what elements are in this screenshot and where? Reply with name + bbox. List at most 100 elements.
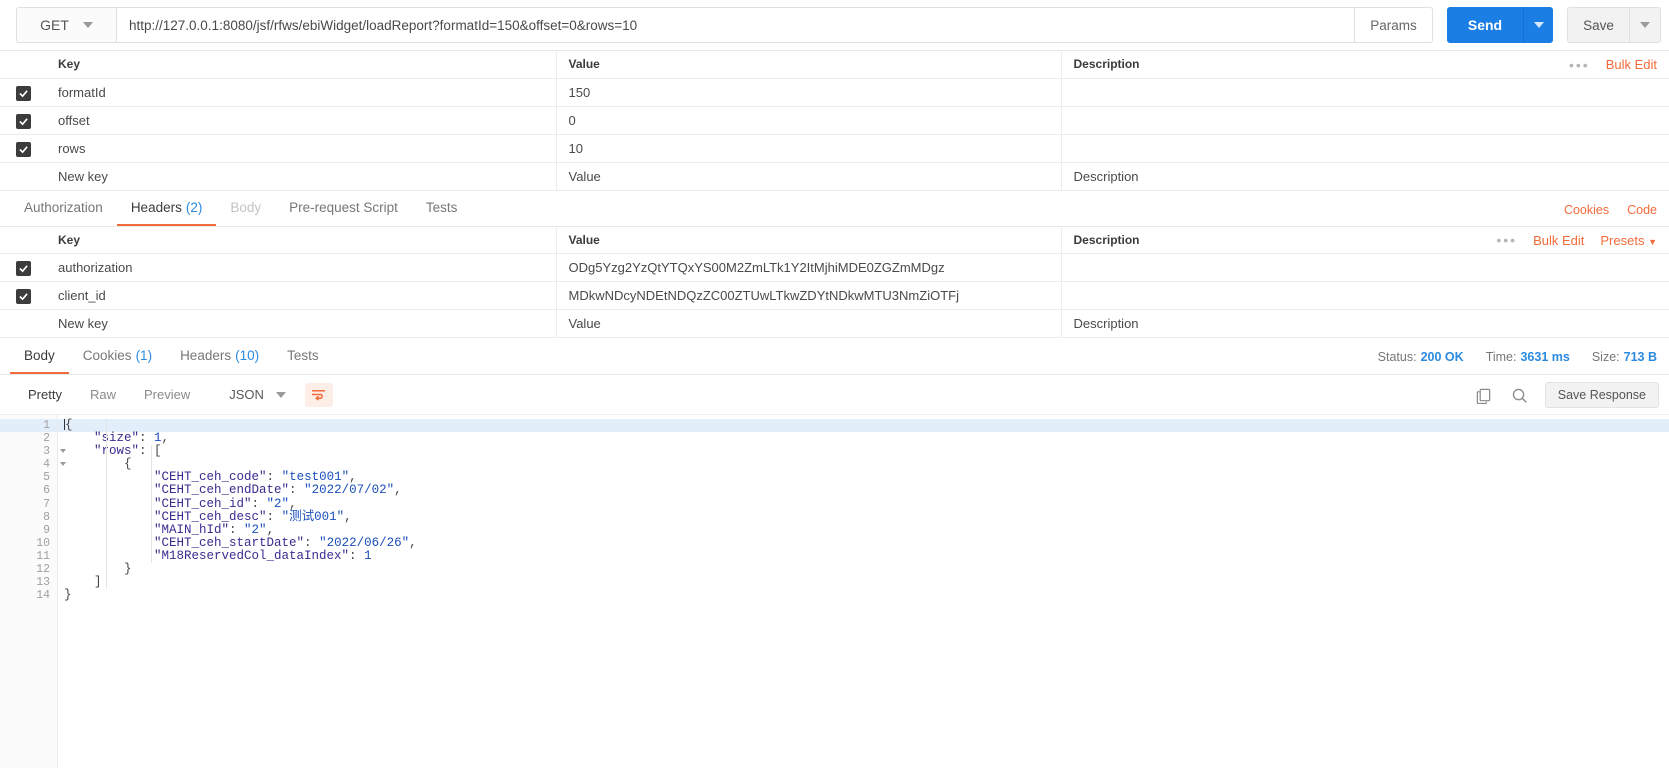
headers-table: Key Value Description authorization ODg5… — [0, 226, 1669, 338]
param-key-cell[interactable]: formatId — [46, 78, 557, 107]
params-bulk-edit-button[interactable]: Bulk Edit — [1606, 57, 1657, 72]
params-table-wrapper: Key Value Description formatId 150 offse… — [0, 51, 1669, 191]
code-token: , — [161, 431, 170, 446]
http-method-selector[interactable]: GET — [16, 7, 116, 43]
code-line: } — [58, 589, 1669, 602]
code-line: "CEHT_ceh_endDate": "2022/07/02", — [58, 484, 1669, 497]
table-row: client_id MDkwNDcyNDEtNDQzZC00ZTUwLTkwZD… — [0, 281, 1669, 310]
more-options-icon[interactable]: ••• — [1569, 57, 1590, 73]
code-token: "2022/06/26" — [319, 535, 410, 550]
save-button[interactable]: Save — [1567, 7, 1629, 43]
header-value-cell[interactable]: MDkwNDcyNDEtNDQzZC00ZTUwLTkwZDYtNDkwMTU3… — [556, 281, 1062, 310]
tab-tests-label: Tests — [425, 199, 458, 215]
param-description-cell[interactable] — [1061, 134, 1669, 163]
code-token: ] — [64, 575, 102, 590]
param-row-checkbox[interactable] — [15, 85, 31, 101]
caret-down-icon: ▼ — [1648, 236, 1657, 247]
headers-bulk-edit-button[interactable]: Bulk Edit — [1533, 233, 1584, 248]
response-format-selector[interactable]: JSON — [220, 382, 295, 408]
code-line: } — [58, 562, 1669, 576]
code-token: "测试001" — [281, 509, 345, 524]
response-tab-headers-count: (10) — [235, 348, 260, 363]
headers-new-description-input[interactable]: Description — [1061, 309, 1669, 338]
table-row: rows 10 — [0, 134, 1669, 163]
send-button[interactable]: Send — [1447, 7, 1523, 43]
response-tab-body[interactable]: Body — [10, 339, 69, 374]
tab-authorization[interactable]: Authorization — [10, 191, 117, 226]
header-key-cell[interactable]: client_id — [46, 281, 557, 310]
header-description-cell[interactable] — [1061, 253, 1669, 282]
code-token: , — [266, 522, 275, 537]
save-options-button[interactable] — [1629, 7, 1661, 43]
response-tab-body-label: Body — [24, 348, 55, 363]
param-description-cell[interactable] — [1061, 106, 1669, 135]
code-token: : — [251, 496, 267, 511]
tab-body[interactable]: Body — [216, 191, 275, 226]
headers-new-key-input[interactable]: New key — [46, 309, 557, 338]
code-token: { — [64, 457, 132, 472]
header-row-checkbox[interactable] — [15, 289, 31, 304]
indent-guide — [151, 445, 152, 563]
tab-pre-request-script-label: Pre-request Script — [289, 199, 398, 215]
send-button-group: Send — [1447, 7, 1553, 43]
header-key-cell[interactable]: authorization — [46, 253, 557, 282]
response-tab-tests[interactable]: Tests — [273, 339, 333, 374]
response-tab-headers[interactable]: Headers (10) — [166, 339, 273, 374]
search-icon[interactable] — [1509, 384, 1531, 406]
status-badge: Status: 200 OK — [1378, 350, 1464, 364]
param-key-cell[interactable]: offset — [46, 106, 557, 135]
params-new-key-input[interactable]: New key — [46, 162, 557, 191]
line-number: 5 — [43, 471, 50, 485]
code-token: "2" — [266, 496, 290, 511]
header-row-checkbox[interactable] — [15, 261, 31, 276]
code-link[interactable]: Code — [1627, 203, 1657, 217]
params-table: Key Value Description formatId 150 offse… — [0, 51, 1669, 191]
url-input[interactable]: http://127.0.0.1:8080/jsf/rfws/ebiWidget… — [116, 7, 1355, 43]
param-description-cell[interactable] — [1061, 78, 1669, 107]
line-number: 1 — [0, 419, 66, 433]
view-raw-button[interactable]: Raw — [76, 382, 130, 408]
headers-table-header-row: Key Value Description — [0, 226, 1669, 254]
headers-presets-button[interactable]: Presets ▼ — [1600, 233, 1657, 248]
word-wrap-toggle[interactable] — [304, 382, 333, 407]
tab-tests[interactable]: Tests — [412, 191, 472, 226]
save-response-button[interactable]: Save Response — [1544, 382, 1659, 408]
header-description-cell[interactable] — [1061, 281, 1669, 310]
response-body-viewer[interactable]: 1 2 3 4 5 6 7 8 9 10 11 12 13 14 { "size": 1, "rows":… — [0, 415, 1669, 768]
tab-body-label: Body — [230, 199, 262, 215]
params-button[interactable]: Params — [1355, 7, 1433, 43]
code-token: : — [349, 548, 365, 563]
view-preview-button[interactable]: Preview — [130, 382, 204, 408]
code-line: ] — [58, 576, 1669, 589]
header-value-cell[interactable]: ODg5Yzg2YzQtYTQxYS00M2ZmLTk1Y2ItMjhiMDE0… — [556, 253, 1062, 282]
url-text: http://127.0.0.1:8080/jsf/rfws/ebiWidget… — [129, 17, 638, 33]
view-pretty-button[interactable]: Pretty — [14, 382, 76, 408]
indent-guide — [106, 419, 107, 589]
tab-headers[interactable]: Headers (2) — [116, 191, 217, 226]
code-token: , — [409, 535, 417, 550]
copy-icon[interactable] — [1473, 384, 1495, 406]
code-line: "CEHT_ceh_desc": "测试001", — [58, 509, 1669, 524]
tab-authorization-label: Authorization — [24, 199, 103, 215]
headers-new-value-input[interactable]: Value — [556, 309, 1062, 338]
json-code-content[interactable]: { "size": 1, "rows": [ { "CEHT_ceh_code"… — [58, 415, 1669, 768]
line-number: 10 — [36, 536, 50, 550]
headers-header-key: Key — [46, 226, 557, 254]
param-row-checkbox[interactable] — [15, 141, 31, 157]
code-token: "CEHT_ceh_endDate" — [64, 483, 290, 498]
more-options-icon[interactable]: ••• — [1496, 232, 1517, 248]
response-tab-cookies[interactable]: Cookies (1) — [69, 339, 166, 374]
code-token: "CEHT_ceh_startDate" — [64, 535, 305, 550]
tab-pre-request-script[interactable]: Pre-request Script — [275, 191, 412, 226]
cookies-link[interactable]: Cookies — [1564, 203, 1609, 217]
param-value-cell[interactable]: 150 — [556, 78, 1062, 107]
line-number: 13 — [36, 576, 50, 590]
send-options-button[interactable] — [1523, 7, 1553, 43]
param-key-cell[interactable]: rows — [46, 134, 557, 163]
code-token: "rows" — [64, 444, 140, 459]
params-new-value-input[interactable]: Value — [556, 162, 1062, 191]
params-new-description-input[interactable]: Description — [1061, 162, 1669, 191]
param-value-cell[interactable]: 0 — [556, 106, 1062, 135]
param-row-checkbox[interactable] — [15, 113, 31, 129]
param-value-cell[interactable]: 10 — [556, 134, 1062, 163]
